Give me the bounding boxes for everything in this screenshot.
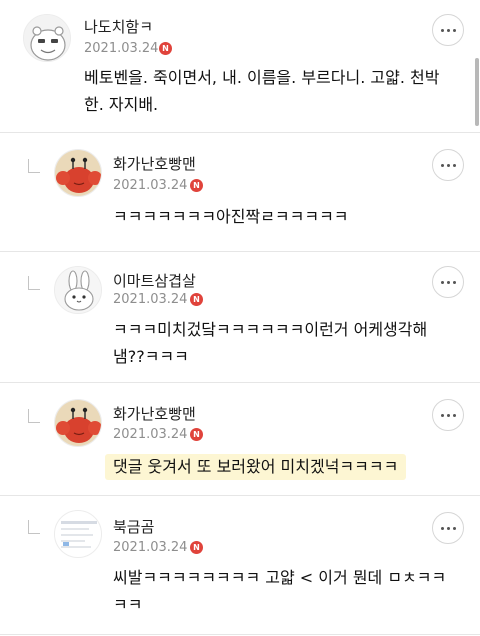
divider bbox=[0, 634, 480, 635]
comment-nickname[interactable]: 화가난호빵맨 bbox=[113, 403, 196, 424]
highlighted-comment-text: 댓글 웃겨서 또 보러왔어 미치겠넉ㅋㅋㅋㅋ bbox=[105, 454, 407, 480]
comment-text-line: ㅋㅋㅋㅋㅋㅋㅋ아진짝ㄹㅋㅋㅋㅋㅋ bbox=[113, 207, 349, 226]
comment-nickname[interactable]: 나도치함ㅋ bbox=[84, 16, 153, 37]
comment-nickname[interactable]: 화가난호빵맨 bbox=[113, 153, 196, 174]
new-badge: N bbox=[190, 179, 203, 192]
reply-item: 북금곰 2021.03.24 N 씨발ㅋㅋㅋㅋㅋㅋㅋㅋ 고얇 < 이거 뭔데 ㅁ… bbox=[0, 496, 480, 636]
comment-text-line: 댓글 웃겨서 또 보러왔어 미치겠넉ㅋㅋㅋㅋ bbox=[105, 453, 407, 480]
comment-list: 나도치함ㅋ 2021.03.24 N 베토벤을. 죽이면서, 내. 이름을. 부… bbox=[0, 0, 480, 636]
new-badge: N bbox=[190, 428, 203, 441]
crab-avatar[interactable] bbox=[54, 399, 102, 447]
comment-nickname[interactable]: 이마트삼겹살 bbox=[113, 270, 196, 291]
crab-avatar[interactable] bbox=[54, 149, 102, 197]
more-dots-icon[interactable] bbox=[432, 149, 464, 181]
more-dots-icon[interactable] bbox=[432, 512, 464, 544]
reply-arrow-icon bbox=[28, 276, 40, 290]
more-dots-icon[interactable] bbox=[432, 14, 464, 46]
reply-item: 이마트삼겹살 2021.03.24 N ㅋㅋㅋ미치겄닼ㅋㅋㅋㅋㅋㅋ이런거 어케생… bbox=[0, 252, 480, 382]
more-dots-icon[interactable] bbox=[432, 399, 464, 431]
reply-arrow-icon bbox=[28, 409, 40, 423]
comment-date: 2021.03.24 bbox=[113, 540, 188, 555]
document-avatar[interactable] bbox=[54, 510, 102, 558]
comment-text-line: ㅋㅋ bbox=[113, 595, 143, 614]
scrollbar[interactable] bbox=[475, 58, 479, 126]
reply-item: 화가난호빵맨 2021.03.24 N 댓글 웃겨서 또 보러왔어 미치겠넉ㅋㅋ… bbox=[0, 383, 480, 495]
hamster-avatar[interactable] bbox=[23, 14, 71, 62]
comment-text-line: 냄??ㅋㅋㅋ bbox=[113, 347, 189, 366]
comment-date: 2021.03.24 bbox=[113, 178, 188, 193]
reply-item: 화가난호빵맨 2021.03.24 N ㅋㅋㅋㅋㅋㅋㅋ아진짝ㄹㅋㅋㅋㅋㅋ bbox=[0, 133, 480, 251]
comment-text-line: 베토벤을. 죽이면서, 내. 이름을. 부르다니. 고얇. 천박 bbox=[84, 68, 440, 87]
comment-nickname[interactable]: 북금곰 bbox=[113, 516, 154, 537]
comment-date: 2021.03.24 bbox=[113, 292, 188, 307]
comment-item: 나도치함ㅋ 2021.03.24 N 베토벤을. 죽이면서, 내. 이름을. 부… bbox=[0, 0, 480, 132]
more-dots-icon[interactable] bbox=[432, 266, 464, 298]
rabbit-avatar[interactable] bbox=[54, 266, 102, 314]
comment-text-line: 한. 자지배. bbox=[84, 95, 159, 114]
comment-date: 2021.03.24 bbox=[84, 41, 159, 56]
comment-date: 2021.03.24 bbox=[113, 427, 188, 442]
new-badge: N bbox=[190, 541, 203, 554]
new-badge: N bbox=[159, 42, 172, 55]
comment-text-line: ㅋㅋㅋ미치겄닼ㅋㅋㅋㅋㅋㅋ이런거 어케생각해 bbox=[113, 320, 428, 339]
reply-arrow-icon bbox=[28, 520, 40, 534]
new-badge: N bbox=[190, 293, 203, 306]
reply-arrow-icon bbox=[28, 159, 40, 173]
comment-text-line: 씨발ㅋㅋㅋㅋㅋㅋㅋㅋ 고얇 < 이거 뭔데 ㅁㅊㅋㅋ bbox=[113, 568, 447, 587]
